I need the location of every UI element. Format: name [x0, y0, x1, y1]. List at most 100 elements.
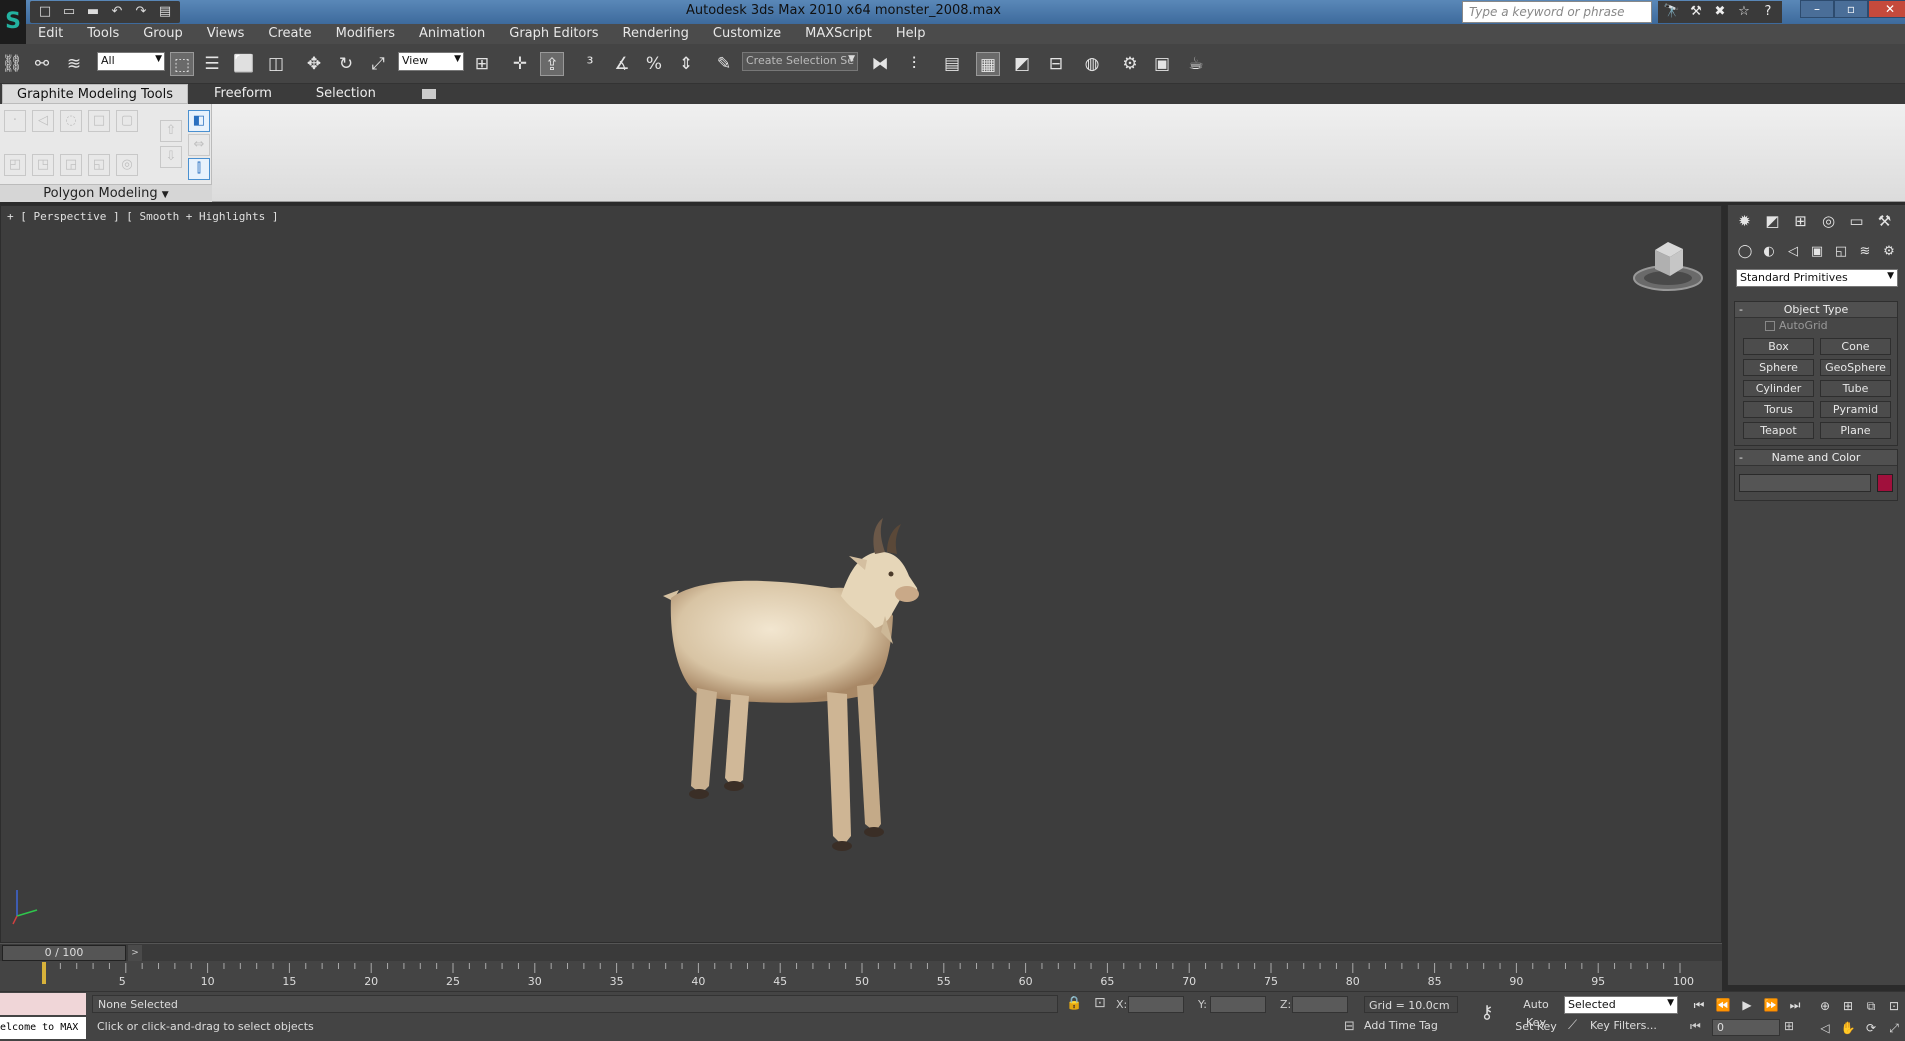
zoom-icon[interactable]: ⊕	[1814, 996, 1836, 1016]
modify-mode-icon[interactable]: ◱	[88, 154, 110, 176]
plane-button[interactable]: Plane	[1820, 422, 1891, 439]
maxscript-output[interactable]	[0, 993, 86, 1015]
zoom-extents-icon[interactable]: ⧉	[1860, 996, 1882, 1016]
subscription-icon[interactable]: ⚒	[1685, 1, 1707, 23]
autogrid-checkbox[interactable]: AutoGrid	[1735, 318, 1897, 334]
curve-editor-icon[interactable]: ◩	[1010, 52, 1034, 76]
key-mode-dropdown[interactable]: Selected ▼	[1564, 996, 1678, 1014]
space-warps-icon[interactable]: ≋	[1854, 241, 1876, 263]
application-button[interactable]: S	[0, 0, 26, 44]
utilities-tab-icon[interactable]: ⚒	[1872, 209, 1897, 234]
go-to-end-icon[interactable]: ⏭	[1784, 996, 1806, 1014]
cone-button[interactable]: Cone	[1820, 338, 1891, 355]
set-keys-key-icon[interactable]: ⚷	[1470, 1002, 1504, 1024]
create-tab-icon[interactable]: ✹	[1732, 209, 1757, 234]
menu-create[interactable]: Create	[256, 24, 323, 44]
selection-filter-dropdown[interactable]: All ▼	[97, 52, 165, 71]
geometry-icon[interactable]: ◯	[1734, 241, 1756, 263]
menu-rendering[interactable]: Rendering	[611, 24, 701, 44]
object-type-header[interactable]: - Object Type	[1735, 302, 1897, 318]
y-coordinate-field[interactable]	[1210, 996, 1266, 1013]
new-file-icon[interactable]: □	[34, 2, 56, 22]
collapse-stack-icon[interactable]: ◲	[60, 154, 82, 176]
display-tab-icon[interactable]: ▭	[1844, 209, 1869, 234]
menu-edit[interactable]: Edit	[26, 24, 75, 44]
layer-manager-icon[interactable]: ▤	[940, 52, 964, 76]
search-icon[interactable]: 🔭	[1661, 1, 1683, 23]
time-configuration-icon[interactable]: ⊞	[1784, 1019, 1794, 1033]
ignore-backfacing-icon[interactable]: ◎	[116, 154, 138, 176]
select-and-rotate-icon[interactable]: ↻	[334, 52, 358, 76]
goat-model[interactable]	[661, 516, 981, 866]
pivot-center-icon[interactable]: ⊞	[470, 52, 494, 76]
menu-graph-editors[interactable]: Graph Editors	[497, 24, 610, 44]
orbit-icon[interactable]: ⟳	[1860, 1018, 1882, 1038]
select-by-name-icon[interactable]: ☰	[200, 52, 224, 76]
zoom-extents-all-icon[interactable]: ⊡	[1883, 996, 1905, 1016]
vertex-icon[interactable]: ·	[4, 110, 26, 132]
select-and-link-icon[interactable]: ⛓	[0, 52, 24, 76]
named-selection-sets-dropdown[interactable]: Create Selection Se ▼	[742, 52, 858, 71]
menu-customize[interactable]: Customize	[701, 24, 793, 44]
auto-key-button[interactable]: Auto Key	[1512, 996, 1560, 1029]
percent-snap-icon[interactable]: %	[642, 52, 666, 76]
graphite-modeling-tools-icon[interactable]: ▦	[976, 52, 1000, 76]
hierarchy-tab-icon[interactable]: ⊞	[1788, 209, 1813, 234]
previous-frame-icon[interactable]: ⏪	[1712, 996, 1734, 1014]
next-modifier-icon[interactable]: ◳	[32, 154, 54, 176]
current-frame-marker[interactable]	[42, 962, 46, 984]
zoom-all-icon[interactable]: ⊞	[1837, 996, 1859, 1016]
tab-graphite-modeling-tools[interactable]: Graphite Modeling Tools	[2, 84, 189, 104]
maximize-button[interactable]: ▫	[1834, 0, 1868, 18]
motion-tab-icon[interactable]: ◎	[1816, 209, 1841, 234]
default-tangent-icon[interactable]: ⟋	[1568, 1018, 1577, 1033]
ribbon-minimize-toggle[interactable]	[421, 89, 436, 99]
play-icon[interactable]: ▶	[1736, 996, 1758, 1014]
object-name-field[interactable]	[1739, 474, 1871, 492]
render-setup-icon[interactable]: ⚙	[1118, 52, 1142, 76]
name-and-color-header[interactable]: - Name and Color	[1735, 450, 1897, 466]
open-file-icon[interactable]: ▭	[58, 2, 80, 22]
selection-lock-icon[interactable]: 🔒	[1066, 996, 1082, 1011]
helpers-icon[interactable]: ◱	[1830, 241, 1852, 263]
material-editor-icon[interactable]: ◍	[1080, 52, 1104, 76]
x-coordinate-field[interactable]	[1128, 996, 1184, 1013]
mirror-icon[interactable]: ⧓	[868, 52, 892, 76]
time-slider[interactable]: 0 / 100 >	[0, 943, 1722, 961]
key-filters-button[interactable]: Key Filters...	[1590, 1019, 1657, 1032]
object-category-dropdown[interactable]: Standard Primitives ▼	[1736, 269, 1898, 287]
time-slider-thumb[interactable]: 0 / 100	[2, 945, 126, 961]
minimize-button[interactable]: –	[1800, 0, 1834, 18]
sphere-button[interactable]: Sphere	[1743, 359, 1814, 376]
current-frame-field[interactable]: 0	[1712, 1019, 1780, 1036]
shrink-selection-icon[interactable]: ⇩	[160, 146, 182, 168]
tube-button[interactable]: Tube	[1820, 380, 1891, 397]
pin-stack-icon[interactable]: ⇔	[188, 134, 210, 156]
time-tag-icon[interactable]: ⊟	[1344, 1019, 1355, 1034]
window-crossing-icon[interactable]: ◫	[264, 52, 288, 76]
preserve-uvs-icon[interactable]: ◧	[188, 110, 210, 132]
reference-coordinate-dropdown[interactable]: View ▼	[398, 52, 464, 71]
modify-tab-icon[interactable]: ◩	[1760, 209, 1785, 234]
add-time-tag-button[interactable]: Add Time Tag	[1364, 1019, 1438, 1032]
menu-help[interactable]: Help	[884, 24, 938, 44]
spinner-snap-icon[interactable]: ⇕	[674, 52, 698, 76]
teapot-button[interactable]: Teapot	[1743, 422, 1814, 439]
grow-selection-icon[interactable]: ⇧	[160, 120, 182, 142]
select-and-scale-icon[interactable]: ⤢	[366, 52, 390, 76]
border-icon[interactable]: ◌	[60, 110, 82, 132]
z-coordinate-field[interactable]	[1292, 996, 1348, 1013]
geosphere-button[interactable]: GeoSphere	[1820, 359, 1891, 376]
object-color-swatch[interactable]	[1877, 474, 1893, 492]
next-frame-icon[interactable]: ⏩	[1760, 996, 1782, 1014]
pyramid-button[interactable]: Pyramid	[1820, 401, 1891, 418]
absolute-mode-transform-icon[interactable]: ⊡	[1094, 995, 1106, 1011]
undo-icon[interactable]: ↶	[106, 2, 128, 22]
rendered-frame-window-icon[interactable]: ▣	[1150, 52, 1174, 76]
shapes-icon[interactable]: ◐	[1758, 241, 1780, 263]
tab-selection[interactable]: Selection	[302, 84, 414, 104]
field-of-view-icon[interactable]: ◁	[1814, 1018, 1836, 1038]
show-end-result-icon[interactable]: ⫿	[188, 158, 210, 180]
go-to-start-icon[interactable]: ⏮	[1688, 996, 1710, 1014]
polygon-modeling-dropdown[interactable]: Polygon Modeling ▼	[0, 184, 212, 202]
